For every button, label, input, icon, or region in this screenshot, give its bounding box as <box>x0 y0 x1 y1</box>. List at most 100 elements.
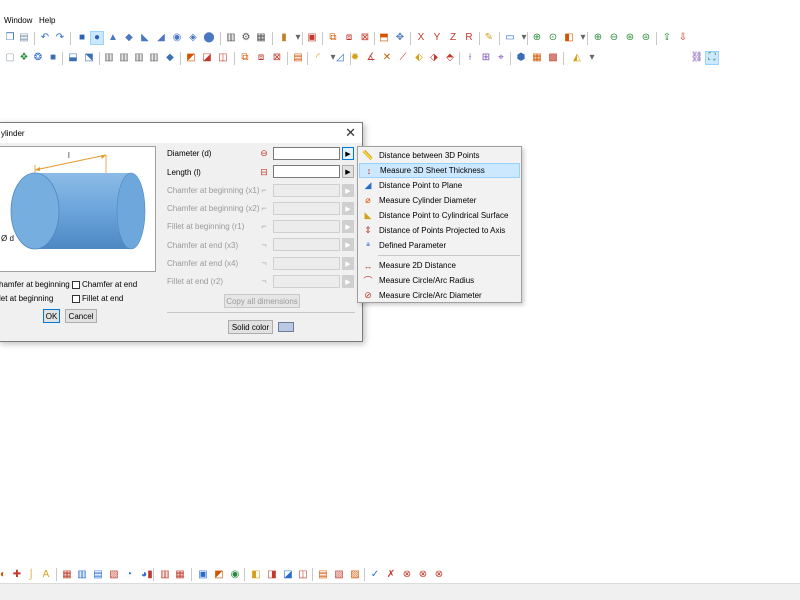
measure-body-icon[interactable]: ⬗ <box>427 51 441 65</box>
param-r-icon[interactable]: R <box>462 31 476 45</box>
redo-icon[interactable]: ↷ <box>53 31 67 45</box>
ellipsoid-solid-icon[interactable]: ⬤ <box>202 31 216 45</box>
wireframe-icon[interactable]: ▢ <box>3 51 17 65</box>
paste-icon[interactable]: ▤ <box>17 31 31 45</box>
warning-icon[interactable]: ◭ <box>570 51 584 65</box>
union-icon[interactable]: ⧉ <box>326 31 340 45</box>
menu-item-distance-point-plane[interactable]: ◢ Distance Point to Plane <box>359 178 520 193</box>
grid-b-icon[interactable]: ▥ <box>75 567 89 581</box>
view-cube-icon[interactable]: ◧ <box>562 31 576 45</box>
length-measure-button[interactable]: ▶ <box>342 165 354 178</box>
shaded-icon[interactable]: ❖ <box>17 51 31 65</box>
torus-solid-icon[interactable]: ◉ <box>170 31 184 45</box>
tool-a-icon[interactable]: ◧ <box>249 567 263 581</box>
param-x-icon[interactable]: X <box>414 31 428 45</box>
menu-item-measure-arc-diameter[interactable]: ⊘ Measure Circle/Arc Diameter <box>359 288 520 303</box>
zoom-next-icon[interactable]: ⊜ <box>639 31 653 45</box>
display-icon[interactable]: ▭ <box>503 31 517 45</box>
tool-c-icon[interactable]: ◪ <box>281 567 295 581</box>
move-icon[interactable]: ✥ <box>393 31 407 45</box>
checkbox-box[interactable] <box>72 294 80 303</box>
cylinder-solid-icon[interactable]: ● <box>90 31 104 45</box>
undo-icon[interactable]: ↶ <box>38 31 52 45</box>
cross-d-icon[interactable]: ⊗ <box>432 567 446 581</box>
menu-help[interactable]: Help <box>39 16 55 25</box>
zoom-window-icon[interactable]: ⊕ <box>530 31 544 45</box>
coordinate-icon[interactable]: ⌖ <box>494 51 508 65</box>
param-z-icon[interactable]: Z <box>446 31 460 45</box>
revolve-icon[interactable]: ⬔ <box>82 51 96 65</box>
close-icon[interactable]: ✕ <box>345 125 356 141</box>
section-b-icon[interactable]: ▥ <box>117 51 131 65</box>
menu-item-measure-cylinder-diameter[interactable]: ⌀ Measure Cylinder Diameter <box>359 193 520 208</box>
measure-face-icon[interactable]: ⬖ <box>412 51 426 65</box>
dim-a-icon[interactable]: ▮ <box>143 567 157 581</box>
dropdown-arrow-icon[interactable]: ▾ <box>585 51 599 65</box>
sphere-solid-icon[interactable]: ◆ <box>122 31 136 45</box>
bolt-icon[interactable]: ▥ <box>224 31 238 45</box>
grid-c-icon[interactable]: ▤ <box>91 567 105 581</box>
grid-d-icon[interactable]: ▧ <box>107 567 121 581</box>
measure-angle-icon[interactable]: ∡ <box>364 51 378 65</box>
intersect-icon[interactable]: ⊠ <box>358 31 372 45</box>
zoom-all-icon[interactable]: ⊙ <box>546 31 560 45</box>
measure-edge-icon[interactable]: ⟋ <box>396 51 410 65</box>
link-icon[interactable]: ⛓ <box>690 51 704 65</box>
menu-item-measure-arc-radius[interactable]: ⌒ Measure Circle/Arc Radius <box>359 273 520 288</box>
grid-e-icon[interactable]: ◔ <box>122 567 136 581</box>
import-icon[interactable]: ⇩ <box>676 31 690 45</box>
feature-b-icon[interactable]: ◪ <box>200 51 214 65</box>
tool-e-icon[interactable]: ▤ <box>316 567 330 581</box>
chamfer-begin-checkbox[interactable]: hamfer at beginning <box>0 280 70 289</box>
attributes-icon[interactable]: ▦ <box>530 51 544 65</box>
doc-c-icon[interactable]: ◉ <box>228 567 242 581</box>
diameter-measure-button[interactable]: ▶ <box>342 147 354 160</box>
menu-window[interactable]: Window <box>4 16 32 25</box>
tool-g-icon[interactable]: ▨ <box>348 567 362 581</box>
properties-icon[interactable]: ⬢ <box>514 51 528 65</box>
fillet-begin-checkbox[interactable]: let at beginning <box>0 294 53 303</box>
light-icon[interactable]: ✹ <box>348 51 362 65</box>
subtract-icon[interactable]: ⧈ <box>342 31 356 45</box>
checkbox-box[interactable] <box>72 280 80 289</box>
menu-item-distance-3d-points[interactable]: 📏 Distance between 3D Points <box>359 148 520 163</box>
diameter-input[interactable] <box>273 147 340 160</box>
chamfer-icon[interactable]: ◿ <box>333 51 347 65</box>
doc-a-icon[interactable]: ▣ <box>196 567 210 581</box>
sheet-metal-icon[interactable]: ▮ <box>277 31 291 45</box>
check-icon[interactable]: ✓ <box>368 567 382 581</box>
cancel-button[interactable]: Cancel <box>65 309 97 323</box>
shell-icon[interactable]: ◆ <box>163 51 177 65</box>
chamfer-end-checkbox[interactable]: Chamfer at end <box>72 280 137 289</box>
doc-b-icon[interactable]: ◩ <box>212 567 226 581</box>
cross-b-icon[interactable]: ⊗ <box>400 567 414 581</box>
menu-item-defined-parameter[interactable]: ª Defined Parameter <box>359 238 520 253</box>
pattern-a-icon[interactable]: ⧉ <box>238 51 252 65</box>
text-icon[interactable]: A <box>39 567 53 581</box>
solid-color-swatch[interactable] <box>278 322 294 332</box>
render-icon[interactable]: ❂ <box>31 51 45 65</box>
frame-icon[interactable]: ▣ <box>305 31 319 45</box>
tool-f-icon[interactable]: ▧ <box>332 567 346 581</box>
solid-color-button[interactable]: Solid color <box>228 320 273 334</box>
dim-c-icon[interactable]: ▦ <box>173 567 187 581</box>
cross-c-icon[interactable]: ⊗ <box>416 567 430 581</box>
washer-icon[interactable]: ▦ <box>254 31 268 45</box>
nut-icon[interactable]: ⚙ <box>239 31 253 45</box>
solid-view-icon[interactable]: ■ <box>46 51 60 65</box>
dropdown-arrow-icon[interactable]: ▾ <box>517 31 531 45</box>
plane-icon[interactable]: ⊞ <box>479 51 493 65</box>
grid-a-icon[interactable]: ▦ <box>60 567 74 581</box>
pyramid-solid-icon[interactable]: ◢ <box>154 31 168 45</box>
assembly-icon[interactable]: ⛶ <box>705 51 719 65</box>
snap-icon[interactable]: ✚ <box>10 567 24 581</box>
tool-b-icon[interactable]: ◨ <box>265 567 279 581</box>
menu-item-measure-2d-distance[interactable]: ↔ Measure 2D Distance <box>359 258 520 273</box>
zoom-previous-icon[interactable]: ⊛ <box>623 31 637 45</box>
section-d-icon[interactable]: ▥ <box>147 51 161 65</box>
prism-solid-icon[interactable]: ◈ <box>186 31 200 45</box>
dim-b-icon[interactable]: ▥ <box>158 567 172 581</box>
menu-item-measure-sheet-thickness[interactable]: ↕ Measure 3D Sheet Thickness <box>359 163 520 178</box>
wedge-solid-icon[interactable]: ◣ <box>138 31 152 45</box>
pattern-b-icon[interactable]: ⧈ <box>254 51 268 65</box>
